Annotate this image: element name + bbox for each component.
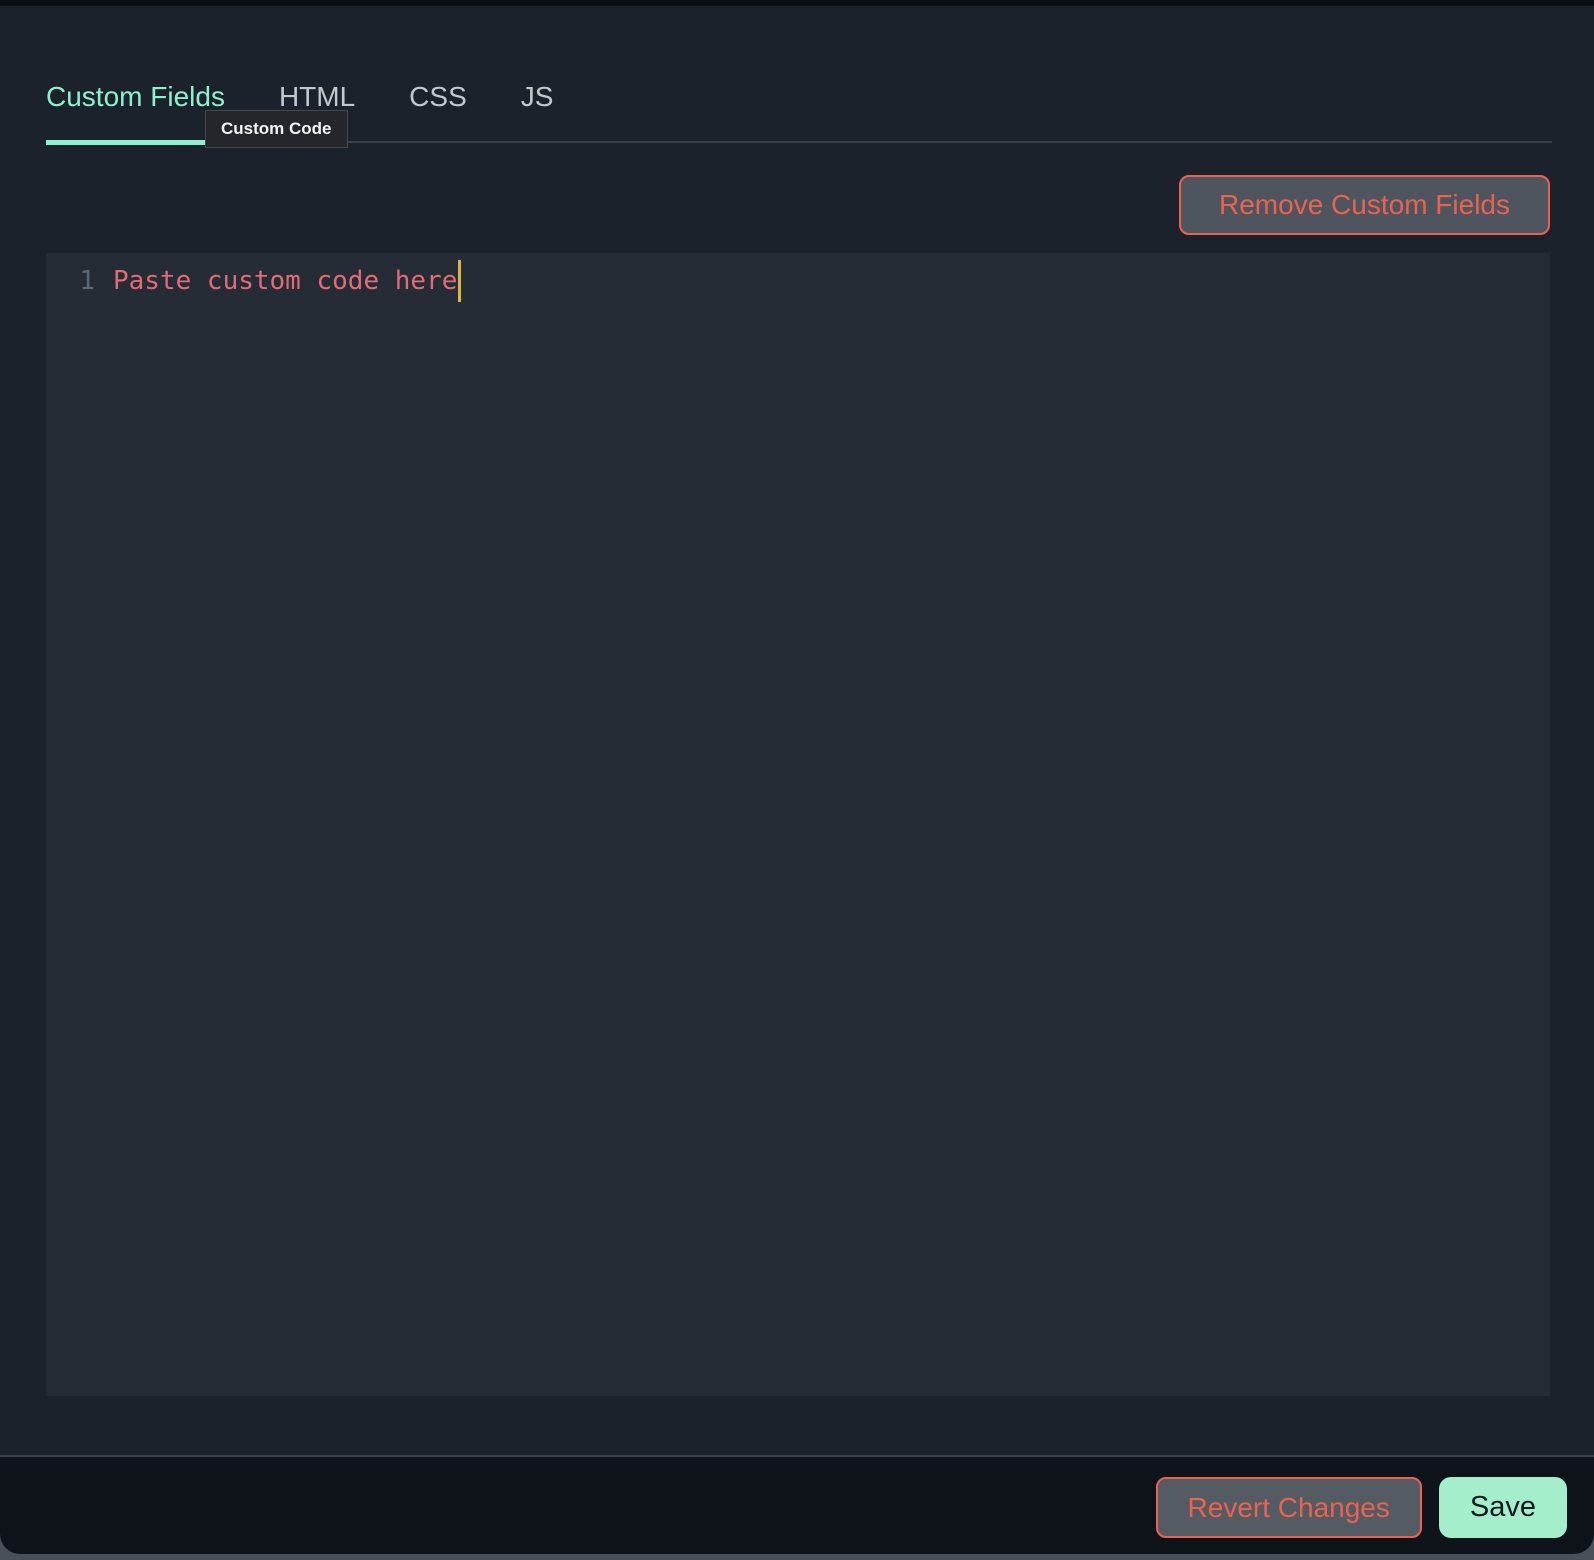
code-text: Paste custom code here	[113, 265, 458, 296]
tab-js[interactable]: JS	[521, 80, 554, 141]
code-line: 1 Paste custom code here	[46, 259, 1550, 302]
text-cursor-icon	[458, 259, 462, 302]
tooltip-custom-code: Custom Code	[205, 110, 348, 148]
line-number: 1	[79, 265, 95, 296]
tab-css[interactable]: CSS	[409, 80, 467, 141]
footer-bar: Revert Changes Save	[0, 1455, 1594, 1554]
remove-custom-fields-button[interactable]: Remove Custom Fields	[1179, 174, 1550, 235]
custom-code-modal: Custom Fields HTML CSS JS Custom Code Re…	[0, 6, 1594, 1554]
custom-code-panel: Custom Fields HTML CSS JS Custom Code Re…	[0, 6, 1594, 1455]
toolbar-row: Remove Custom Fields	[0, 174, 1550, 235]
tab-custom-fields[interactable]: Custom Fields	[46, 80, 225, 145]
code-editor[interactable]: 1 Paste custom code here	[46, 252, 1550, 1396]
save-button[interactable]: Save	[1438, 1477, 1567, 1538]
revert-changes-button[interactable]: Revert Changes	[1155, 1477, 1422, 1538]
